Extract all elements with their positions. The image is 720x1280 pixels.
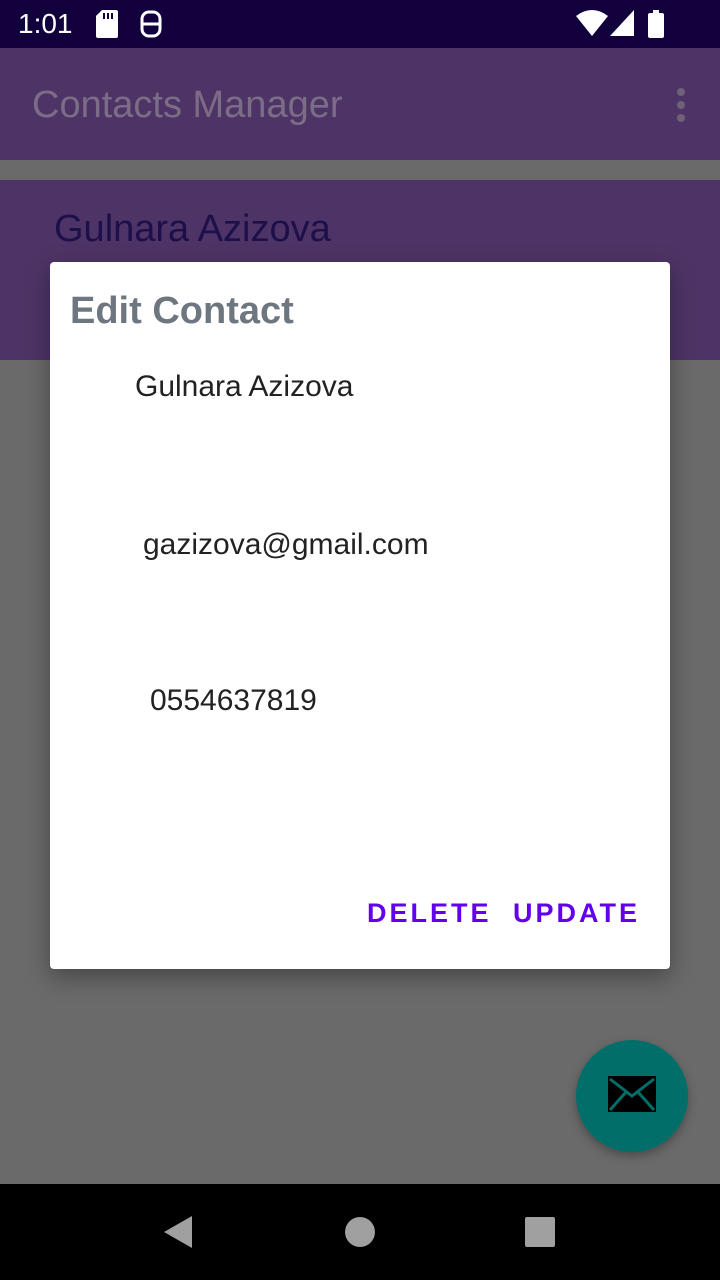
contact-name: Gulnara Azizova — [54, 208, 331, 250]
home-button[interactable] — [312, 1184, 408, 1280]
status-time: 1:01 — [18, 8, 73, 39]
name-field[interactable]: Gulnara Azizova — [135, 370, 353, 404]
navigation-bar — [0, 1184, 720, 1280]
phone-field[interactable]: 0554637819 — [150, 684, 317, 718]
delete-button[interactable]: DELETE — [367, 898, 492, 929]
edit-contact-dialog: Edit Contact Gulnara Azizova gazizova@gm… — [50, 262, 670, 969]
send-email-fab[interactable] — [576, 1040, 688, 1152]
update-button[interactable]: UPDATE — [513, 898, 640, 929]
recents-icon — [525, 1217, 555, 1247]
assistant-icon — [140, 10, 162, 38]
sd-card-icon — [96, 10, 118, 38]
battery-icon — [648, 10, 664, 38]
more-vert-icon[interactable] — [676, 88, 686, 122]
recents-button[interactable] — [492, 1184, 588, 1280]
cell-signal-icon — [610, 10, 634, 36]
email-field[interactable]: gazizova@gmail.com — [143, 528, 429, 562]
wifi-icon — [576, 10, 608, 36]
app-title: Contacts Manager — [32, 84, 343, 126]
app-bar: Contacts Manager — [0, 48, 720, 160]
dialog-title: Edit Contact — [70, 290, 294, 332]
email-icon — [608, 1076, 656, 1112]
back-button[interactable] — [130, 1184, 226, 1280]
home-icon — [345, 1217, 375, 1247]
status-bar: 1:01 — [0, 0, 720, 48]
back-icon — [164, 1216, 192, 1248]
